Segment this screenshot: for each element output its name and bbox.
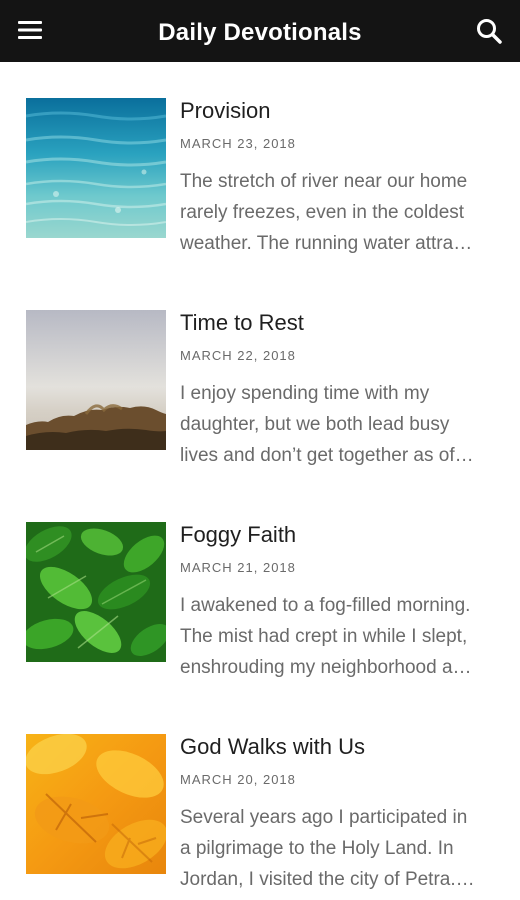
excerpt-line: Jordan, I visited the city of Petra.… [180,869,475,890]
excerpt-line: enshrouding my neighborhood a… [180,657,472,678]
thumbnail-image [26,310,166,450]
excerpt-line: a pilgrimage to the Holy Land. In [180,838,454,859]
devotional-date: MARCH 20, 2018 [180,772,296,787]
devotional-title: God Walks with Us [180,734,366,759]
devotional-title: Time to Rest [180,310,304,335]
thumbnail-image [26,98,166,238]
devotional-item-foggy-faith[interactable]: Foggy Faith MARCH 21, 2018 I awakened to… [0,486,520,698]
devotional-title: Provision [180,98,271,123]
thumbnail-image [26,522,166,662]
excerpt-line: I enjoy spending time with my [180,383,430,404]
devotional-item-god-walks-with-us[interactable]: God Walks with Us MARCH 20, 2018 Several… [0,698,520,900]
devotional-title: Foggy Faith [180,522,297,547]
excerpt-line: daughter, but we both lead busy [180,414,450,435]
devotional-excerpt: I enjoy spending time with my daughter, … [180,378,498,471]
devotional-excerpt: Several years ago I participated in a pi… [180,802,498,895]
page-title: Daily Devotionals [158,19,362,46]
search-icon [477,19,502,44]
excerpt-line: I awakened to a fog-filled morning. [180,595,471,616]
thumbnail-image [26,734,166,874]
excerpt-line: weather. The running water attra… [180,233,473,254]
search-button[interactable] [474,16,504,46]
excerpt-line: The mist had crept in while I slept, [180,626,468,647]
app-screen: Daily Devotionals Provision MARCH 23, 20… [0,0,520,900]
excerpt-line: lives and don’t get together as of… [180,445,474,466]
excerpt-line: The stretch of river near our home [180,171,468,192]
devotional-excerpt: The stretch of river near our home rarel… [180,166,498,259]
devotional-date: MARCH 22, 2018 [180,348,296,363]
devotional-date: MARCH 23, 2018 [180,136,296,151]
devotional-list: Provision MARCH 23, 2018 The stretch of … [0,62,520,900]
devotional-item-time-to-rest[interactable]: Time to Rest MARCH 22, 2018 I enjoy spen… [0,274,520,486]
devotional-date: MARCH 21, 2018 [180,560,296,575]
excerpt-line: rarely freezes, even in the coldest [180,202,465,223]
excerpt-line: Several years ago I participated in [180,807,468,828]
app-header: Daily Devotionals [0,0,520,62]
devotional-excerpt: I awakened to a fog-filled morning. The … [180,590,498,683]
devotional-item-provision[interactable]: Provision MARCH 23, 2018 The stretch of … [0,62,520,274]
